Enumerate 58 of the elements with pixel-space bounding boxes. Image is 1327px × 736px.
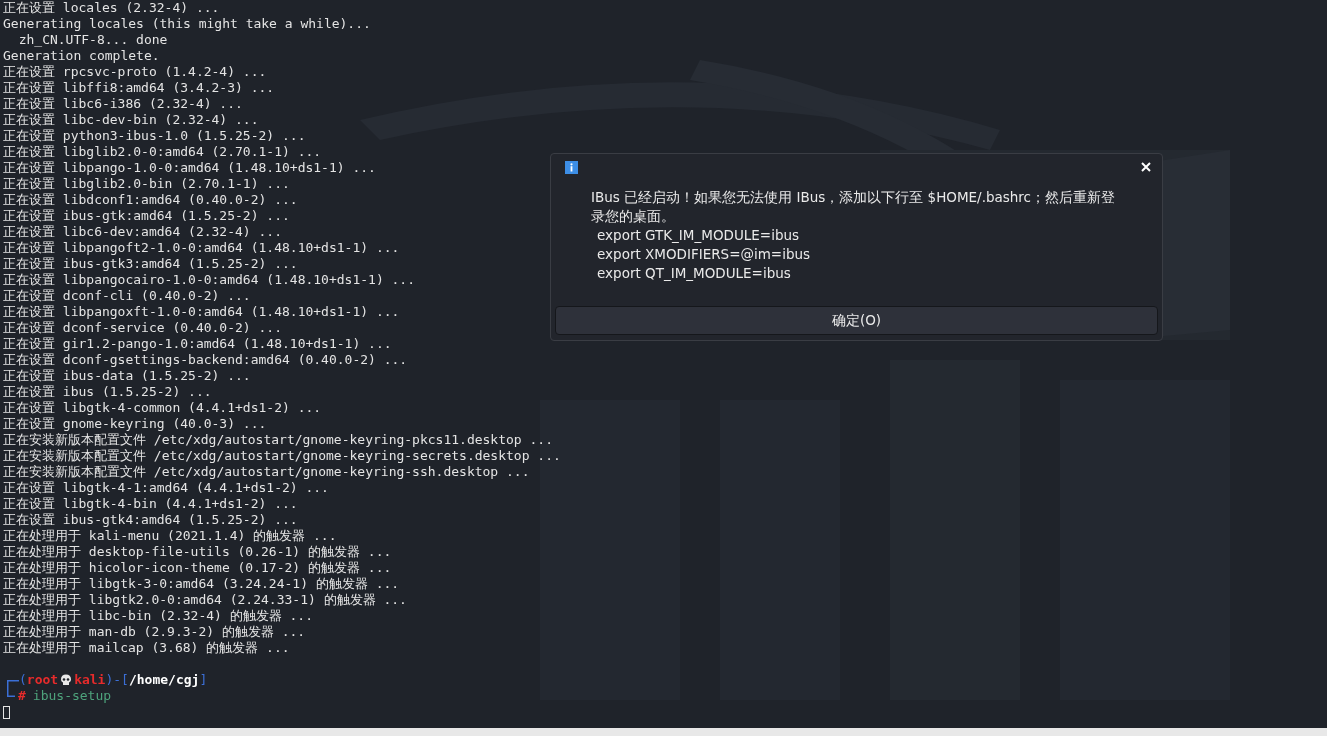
terminal-line: 正在安装新版本配置文件 /etc/xdg/autostart/gnome-keyring-pkcs11.desktop ... <box>3 432 553 448</box>
terminal-line: 正在设置 libdconf1:amd64 (0.40.0-2) ... <box>3 192 298 208</box>
terminal-line: 正在设置 libffi8:amd64 (3.4.2-3) ... <box>3 80 275 96</box>
terminal-line: 正在设置 gir1.2-pango-1.0:amd64 (1.48.10+ds1-1) ... <box>3 336 392 352</box>
skull-icon <box>60 673 73 687</box>
terminal-line: 正在设置 ibus-gtk3:amd64 (1.5.25-2) ... <box>3 256 298 272</box>
terminal-line: 正在设置 ibus-gtk:amd64 (1.5.25-2) ... <box>3 208 290 224</box>
export-line: export GTK_IM_MODULE=ibus <box>596 226 800 245</box>
terminal-line: Generating locales (this might take a while)... <box>3 16 371 32</box>
dialog-message: IBus 已经启动！如果您无法使用 IBus，添加以下行至 $HOME/.bashrc；然后重新登录您的桌面。 <box>591 188 1117 226</box>
terminal-line: 正在设置 ibus-data (1.5.25-2) ... <box>3 368 251 384</box>
terminal-line: 正在处理用于 libc-bin (2.32-4) 的触发器 ... <box>3 608 313 624</box>
terminal-line: 正在设置 dconf-service (0.40.0-2) ... <box>3 320 282 336</box>
prompt-bracket: ( <box>19 672 27 688</box>
terminal-line: 正在设置 libc-dev-bin (2.32-4) ... <box>3 112 259 128</box>
terminal-line: 正在设置 libc6-dev:amd64 (2.32-4) ... <box>3 224 282 240</box>
info-icon <box>565 160 578 174</box>
terminal-line: 正在安装新版本配置文件 /etc/xdg/autostart/gnome-keyring-ssh.desktop ... <box>3 464 530 480</box>
export-line: export QT_IM_MODULE=ibus <box>596 264 791 283</box>
terminal-line: Generation complete. <box>3 48 160 64</box>
terminal-line: 正在处理用于 libgtk2.0-0:amd64 (2.24.33-1) 的触发器 ... <box>3 592 407 608</box>
host-name: kali <box>74 672 106 688</box>
terminal-line: 正在设置 libgtk-4-common (4.4.1+ds1-2) ... <box>3 400 322 416</box>
terminal-line: 正在处理用于 libgtk-3-0:amd64 (3.24.24-1) 的触发器 ... <box>3 576 400 592</box>
terminal-line: 正在设置 libc6-i386 (2.32-4) ... <box>3 96 243 112</box>
terminal-line: 正在设置 gnome-keyring (40.0-3) ... <box>3 416 267 432</box>
terminal-line: 正在设置 ibus (1.5.25-2) ... <box>3 384 212 400</box>
terminal-line: 正在处理用于 man-db (2.9.3-2) 的触发器 ... <box>3 624 306 640</box>
prompt-bracket: )-[ <box>105 672 129 688</box>
terminal-line: 正在处理用于 mailcap (3.68) 的触发器 ... <box>3 640 290 656</box>
command-text: ibus-setup <box>32 688 112 704</box>
terminal-line: 正在设置 libpangoxft-1.0-0:amd64 (1.48.10+ds1-1) ... <box>3 304 400 320</box>
export-line: export XMODIFIERS=@im=ibus <box>596 245 811 264</box>
terminal-line: 正在设置 dconf-gsettings-backend:amd64 (0.40.0-2) ... <box>3 352 408 368</box>
terminal-line: 正在设置 libpangocairo-1.0-0:amd64 (1.48.10+ds1-1) ... <box>3 272 416 288</box>
terminal-line: 正在设置 dconf-cli (0.40.0-2) ... <box>3 288 251 304</box>
terminal-line: 正在设置 libgtk-4-1:amd64 (4.4.1+ds1-2) ... <box>3 480 329 496</box>
terminal-line: 正在设置 rpcsvc-proto (1.4.2-4) ... <box>3 64 267 80</box>
ok-button[interactable]: 确定(O) <box>555 306 1158 335</box>
terminal-line: 正在处理用于 hicolor-icon-theme (0.17-2) 的触发器 ... <box>3 560 392 576</box>
user-name: root <box>26 672 59 688</box>
prompt-symbol: # <box>18 688 26 704</box>
terminal-line: 正在处理用于 kali-menu (2021.1.4) 的触发器 ... <box>3 528 337 544</box>
terminal-line: 正在设置 libpango-1.0-0:amd64 (1.48.10+ds1-1) ... <box>3 160 376 176</box>
terminal-line: 正在设置 libpangoft2-1.0-0:amd64 (1.48.10+ds1-1) ... <box>3 240 400 256</box>
current-path: /home/cgj <box>128 672 200 688</box>
terminal-line: 正在安装新版本配置文件 /etc/xdg/autostart/gnome-keyring-secrets.desktop ... <box>3 448 561 464</box>
text-cursor <box>3 705 10 719</box>
terminal-line: 正在设置 libgtk-4-bin (4.4.1+ds1-2) ... <box>3 496 298 512</box>
terminal-line: 正在设置 python3-ibus-1.0 (1.5.25-2) ... <box>3 128 306 144</box>
terminal-line: 正在设置 ibus-gtk4:amd64 (1.5.25-2) ... <box>3 512 298 528</box>
terminal-line: zh_CN.UTF-8... done <box>17 32 168 48</box>
terminal-line: 正在设置 libglib2.0-bin (2.70.1-1) ... <box>3 176 290 192</box>
terminal-line: 正在处理用于 desktop-file-utils (0.26-1) 的触发器 ... <box>3 544 392 560</box>
terminal-line: 正在设置 libglib2.0-0:amd64 (2.70.1-1) ... <box>3 144 322 160</box>
prompt-bracket: ] <box>199 672 208 688</box>
terminal-line: 正在设置 locales (2.32-4) ... <box>3 0 220 16</box>
close-icon[interactable] <box>1141 162 1151 172</box>
